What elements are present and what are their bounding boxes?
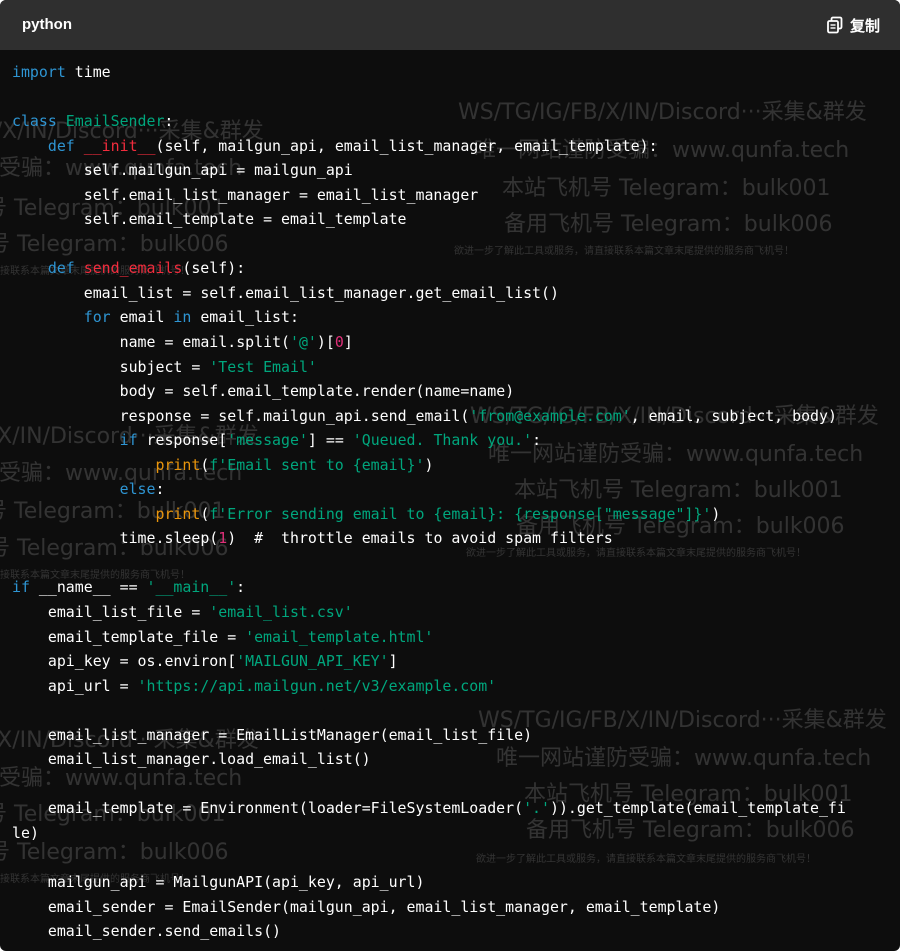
code-line: def __init__(self, mailgun_api, email_li… [47,136,658,155]
code-line: def send_emails(self): [47,259,246,278]
code-line: email_list_file = 'email_list.csv' [47,603,353,622]
code-line: print(f'Email sent to {email}') [155,455,434,474]
language-label: python [22,16,72,33]
code-line: mailgun_api = MailgunAPI(api_key, api_ur… [47,873,425,892]
code-line: for email in email_list: [83,308,299,327]
code-content[interactable]: import time class EmailSender: def __ini… [12,60,890,944]
copy-label: 复制 [849,16,880,35]
code-line: email_list_manager.load_email_list() [47,750,371,769]
code-block: python 复制 WS/TG/IG/FB/X/IN/Discord···采集&… [0,0,900,951]
code-line: self.email_list_manager = email_list_man… [83,185,479,204]
copy-icon [826,16,844,34]
code-line: email_template_file = 'email_template.ht… [47,627,434,646]
code-line: name = email.split('@')[0] [119,333,353,352]
code-line: email_list = self.email_list_manager.get… [83,283,559,302]
copy-button[interactable]: 复制 [826,13,880,37]
code-line: email_sender.send_emails() [47,922,281,941]
code-line: print(f'Error sending email to {email}: … [155,504,721,523]
code-line: response = self.mailgun_api.send_email('… [119,406,837,425]
code-line: else: [119,480,165,499]
code-line: class EmailSender: [12,112,174,131]
code-line: import time [12,63,111,81]
code-block-header: python 复制 [0,0,900,50]
code-line: le) [12,823,39,842]
code-line: api_key = os.environ['MAILGUN_API_KEY'] [47,652,398,671]
code-line: self.mailgun_api = mailgun_api [83,161,353,180]
code-line: if __name__ == '__main__': [12,578,246,597]
code-line: email_template = Environment(loader=File… [47,799,846,818]
code-line: time.sleep(1) # throttle emails to avoid… [119,529,613,548]
code-line: subject = 'Test Email' [119,357,317,376]
code-line: if response['message'] == 'Queued. Thank… [119,431,542,450]
code-line: email_sender = EmailSender(mailgun_api, … [47,897,721,916]
code-line: api_url = 'https://api.mailgun.net/v3/ex… [47,676,497,695]
code-line: email_list_manager = EmailListManager(em… [47,725,533,744]
code-line: body = self.email_template.render(name=n… [119,382,515,401]
code-line: self.email_template = email_template [83,210,407,229]
